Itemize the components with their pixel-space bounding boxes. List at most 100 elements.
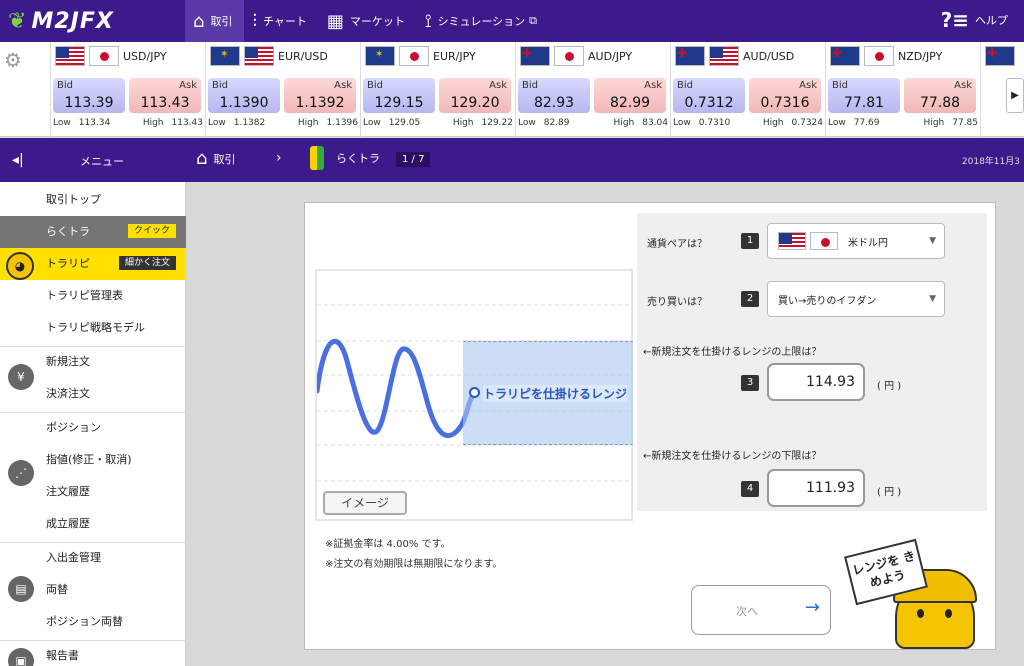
ask-button[interactable]: Ask 129.20	[439, 78, 511, 113]
rate-usdjpy[interactable]: USD/JPY Bid 113.39 Ask 113.43 Low 113.34 Hig…	[50, 42, 204, 137]
ask-label: Ask	[179, 80, 197, 91]
bid-button[interactable]: Bid 82.93	[518, 78, 590, 113]
scroll-right-icon[interactable]: ▶	[1006, 78, 1024, 113]
quick-badge: クイック	[127, 224, 176, 238]
high-label: High	[142, 118, 164, 128]
breadcrumb-current-label: らくトラ	[336, 152, 380, 165]
bid-button[interactable]: Bid 1.1390	[208, 78, 280, 113]
fine-order-badge: 細かく注文	[118, 256, 176, 270]
help-label: ヘルプ	[975, 14, 1008, 27]
low-high: Low 1.1382 High 1.1396	[208, 118, 358, 128]
sidebar-item-close-order[interactable]: 決済注文	[0, 378, 186, 410]
sidebar-item-report[interactable]: 報告書	[0, 640, 186, 666]
pair-head	[985, 46, 1019, 66]
nav-market[interactable]: ▦ マーケット	[319, 0, 417, 42]
order-form: 通貨ペアは？ 1 米ドル円 ▼ 売り買いは？ 2 買い→売りのイフダン ▼ ←新規注…	[637, 213, 987, 511]
sidebar-item-rakutora[interactable]: らくトラ クイック	[0, 216, 186, 248]
breadcrumb-home[interactable]: ⌂ 取引	[196, 148, 235, 169]
breadcrumb-current: らくトラ	[310, 146, 380, 170]
au-flag-icon	[985, 46, 1015, 66]
breadcrumb-bar: ◂| メニュー ⌂ 取引 › らくトラ 1 / 7 2018年11月3	[0, 138, 1024, 182]
sidebar-item-label: ポジション両替	[46, 615, 123, 628]
ask-value: 113.43	[140, 95, 190, 111]
jp-flag-icon	[810, 232, 838, 250]
image-chart: トラリピを仕掛けるレンジ イメージ	[315, 269, 633, 521]
tiger-mascot: レンジを きめよう	[835, 533, 995, 649]
currency-pair-select[interactable]: 米ドル円 ▼	[767, 223, 945, 259]
lower-limit-input[interactable]: 111.93	[767, 469, 865, 507]
ask-label: Ask	[334, 80, 352, 91]
gear-icon[interactable]: ⚙	[4, 48, 26, 72]
chevron-right-icon: ›	[276, 150, 282, 166]
side-select[interactable]: 買い→売りのイフダン ▼	[767, 281, 945, 317]
arrow-right-icon: →	[804, 597, 820, 618]
sidebar-item-position-exchange[interactable]: ポジション両替	[0, 606, 186, 638]
high-label: High	[762, 118, 784, 128]
bid-label: Bid	[832, 80, 848, 91]
bid-button[interactable]: Bid 0.7312	[673, 78, 745, 113]
sidebar-item-label: 両替	[46, 583, 68, 596]
sidebar: 取引トップ らくトラ クイック トラリピ 細かく注文 ◕ トラリピ管理表 トラリピ戦…	[0, 182, 186, 666]
menu-label[interactable]: メニュー	[80, 153, 124, 169]
sidebar-item-position[interactable]: ポジション	[0, 412, 186, 444]
nav-simulation[interactable]: ⟟ シミュレーション ⧉	[417, 0, 549, 42]
sidebar-item-trade-top[interactable]: 取引トップ	[0, 184, 186, 216]
ask-label: Ask	[954, 80, 972, 91]
pair-head: AUD/USD	[675, 46, 794, 66]
pair-head: NZD/JPY	[830, 46, 942, 66]
sidebar-item-new-order[interactable]: 新規注文	[0, 346, 186, 378]
ask-button[interactable]: Ask 0.7316	[749, 78, 821, 113]
collapse-menu-icon[interactable]: ◂|	[12, 152, 24, 168]
bid-button[interactable]: Bid 77.81	[828, 78, 900, 113]
pair-name: NZD/JPY	[898, 49, 943, 63]
ask-button[interactable]: Ask 77.88	[904, 78, 976, 113]
next-button[interactable]: 次へ →	[691, 585, 831, 635]
low-value: 113.34	[78, 118, 111, 128]
sidebar-item-limit-orders[interactable]: 指値(修正・取消)	[0, 444, 186, 476]
ask-value: 77.88	[919, 95, 961, 111]
upper-limit-input[interactable]: 114.93	[767, 363, 865, 401]
sidebar-item-label: トラリピ戦略モデル	[46, 321, 145, 334]
ask-button[interactable]: Ask 82.99	[594, 78, 666, 113]
rate-audusd[interactable]: AUD/USD Bid 0.7312 Ask 0.7316 Low 0.7310 Hig…	[670, 42, 824, 137]
help-icon: ?≡	[940, 8, 969, 32]
question-side: 売り買いは？	[647, 297, 707, 308]
rate-eurjpy[interactable]: EUR/JPY Bid 129.15 Ask 129.20 Low 129.05 Hig…	[360, 42, 514, 137]
sidebar-item-strategy-model[interactable]: トラリピ戦略モデル	[0, 312, 186, 344]
range-label: トラリピを仕掛けるレンジ	[483, 385, 628, 402]
jp-flag-icon	[554, 46, 584, 66]
nav-trade[interactable]: ⌂ 取引	[185, 0, 245, 42]
ask-button[interactable]: Ask 113.43	[129, 78, 201, 113]
nav-chart[interactable]: ⫶ チャート	[244, 0, 318, 42]
rate-strip: ⚙ USD/JPY Bid 113.39 Ask 113.43 Low 113.34 H…	[0, 42, 1024, 137]
low-value: 129.05	[388, 118, 421, 128]
rate-eurusd[interactable]: EUR/USD Bid 1.1390 Ask 1.1392 Low 1.1382 Hig…	[205, 42, 359, 137]
sidebar-item-trarepi-table[interactable]: トラリピ管理表	[0, 280, 186, 312]
rate-audjpy[interactable]: AUD/JPY Bid 82.93 Ask 82.99 Low 82.89 High 83…	[515, 42, 669, 137]
range-point-icon	[469, 387, 480, 398]
help-button[interactable]: ?≡ ヘルプ	[941, 8, 1008, 32]
breadcrumb-home-label: 取引	[213, 152, 236, 166]
sidebar-item-exchange[interactable]: 両替	[0, 574, 186, 606]
tiger-mascot-icon: ◕	[6, 252, 34, 280]
eu-flag-icon	[210, 46, 240, 66]
rate-nzdjpy[interactable]: NZD/JPY Bid 77.81 Ask 77.88 Low 77.69 High 77…	[825, 42, 979, 137]
bid-button[interactable]: Bid 129.15	[363, 78, 435, 113]
price-wave	[317, 339, 480, 439]
low-high: Low 113.34 High 113.43	[53, 118, 203, 128]
sidebar-item-label: 入出金管理	[46, 551, 101, 564]
bid-button[interactable]: Bid 113.39	[53, 78, 125, 113]
nav-chart-label: チャート	[262, 15, 307, 28]
beginner-mark-icon	[310, 146, 324, 170]
top-nav: ❦ M2JFX ⌂ 取引 ⫶ チャート ▦ マーケット ⟟ シミュレーション ⧉ ?≡ ヘルプ	[0, 0, 1024, 42]
sidebar-item-order-history[interactable]: 注文履歴	[0, 476, 186, 508]
step-number: 3	[741, 375, 759, 391]
sidebar-item-fill-history[interactable]: 成立履歴	[0, 508, 186, 540]
bid-value: 77.81	[843, 95, 885, 111]
sidebar-item-deposit[interactable]: 入出金管理	[0, 542, 186, 574]
pair-name: EUR/USD	[278, 49, 328, 63]
ask-button[interactable]: Ask 1.1392	[284, 78, 356, 113]
expiry-note: ※注文の有効期限は無期限になります。	[325, 559, 503, 570]
sidebar-item-label: 報告書	[46, 649, 79, 662]
sidebar-item-label: 取引トップ	[46, 193, 101, 206]
